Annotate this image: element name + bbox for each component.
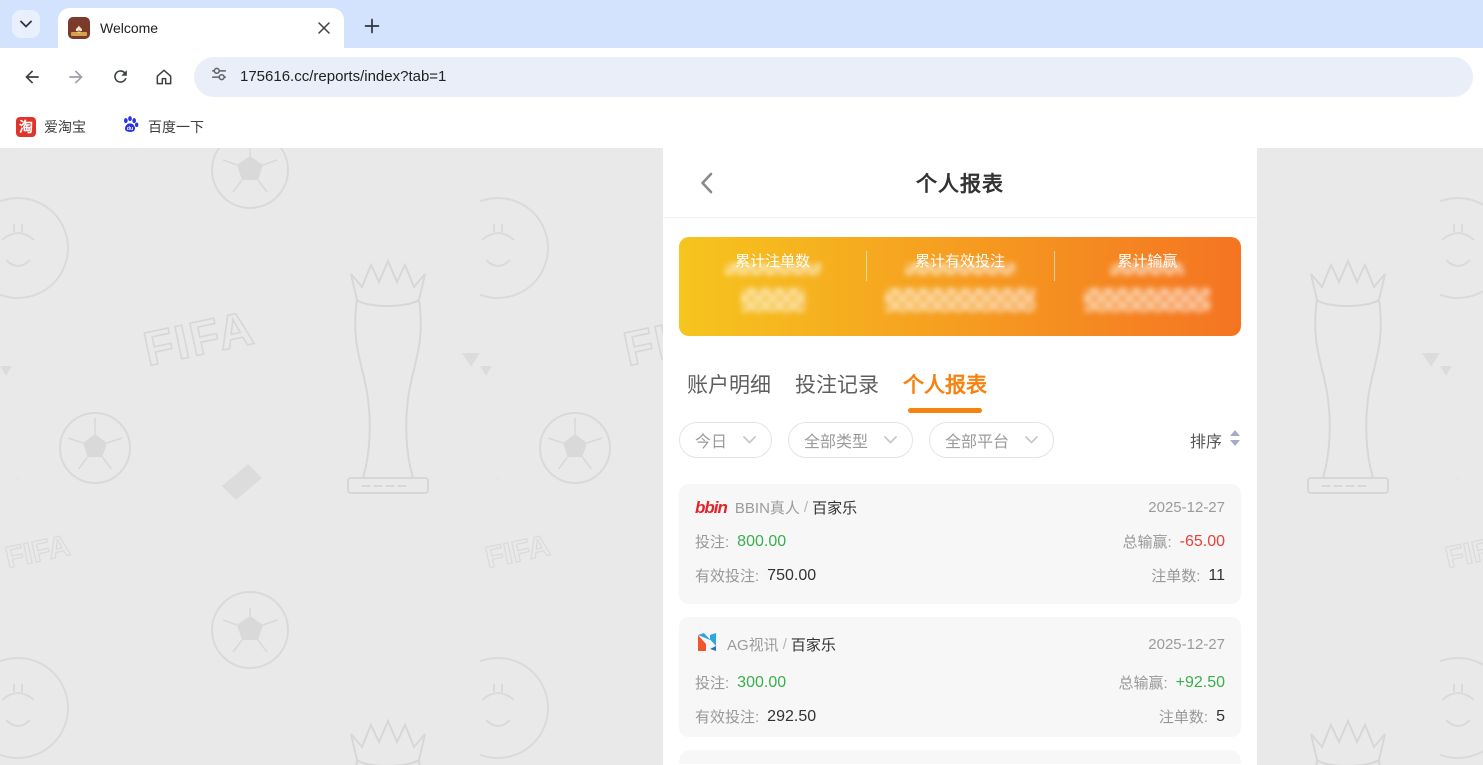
page-content: FIFA FIFA [0, 148, 1483, 765]
summary-total-bets: 累计注单数 [679, 237, 866, 336]
bookmark-baidu[interactable]: du 百度一下 [120, 114, 204, 139]
redacted-value [885, 288, 1035, 312]
report-record-ag[interactable]: AG视讯 / 百家乐 2025-12-27 投注: 300.00 总输赢: +9… [679, 617, 1241, 737]
summary-valid-bets: 累计有效投注 [866, 237, 1053, 336]
tab-search-button[interactable] [12, 10, 40, 38]
bet-count-label: 注单数: [1159, 706, 1208, 727]
type-filter-dropdown[interactable]: 全部类型 [788, 422, 913, 458]
bet-amount: 800.00 [737, 533, 786, 551]
bookmarks-bar: 淘 爱淘宝 du 百度一下 [0, 105, 1483, 148]
forward-button[interactable] [57, 58, 95, 96]
bookmark-label: 百度一下 [148, 117, 204, 137]
chevron-down-icon [1025, 436, 1038, 444]
home-button[interactable] [145, 58, 183, 96]
filter-label: 全部平台 [945, 428, 1009, 452]
sort-control[interactable]: 排序 [1190, 428, 1241, 452]
record-valid-row: 有效投注: 750.00 注单数: 11 [695, 565, 1225, 586]
bet-count-label: 注单数: [1151, 565, 1200, 586]
tab-label: 账户明细 [687, 369, 771, 399]
game-name: 百家乐 [812, 497, 857, 518]
tab-label: 投注记录 [795, 369, 879, 399]
provider-name: AG视讯 [727, 634, 779, 655]
tab-personal-report[interactable]: 个人报表 [903, 369, 987, 413]
back-chevron-icon[interactable] [693, 170, 719, 196]
page-title: 个人报表 [916, 168, 1004, 198]
chevron-down-icon [884, 436, 897, 444]
redacted-blur [1110, 263, 1184, 275]
tab-close-icon[interactable] [314, 18, 334, 38]
record-title-row: AG视讯 / 百家乐 2025-12-27 [695, 630, 1225, 659]
active-tab-underline [908, 408, 982, 413]
taobao-icon: 淘 [16, 117, 36, 137]
bookmark-label: 爱淘宝 [44, 117, 86, 137]
back-button[interactable] [13, 58, 51, 96]
bet-count: 5 [1216, 708, 1225, 726]
record-title-row: bbin BBIN真人 / 百家乐 2025-12-27 [695, 497, 1225, 518]
site-favicon-icon: ♠ [68, 17, 90, 39]
report-tabs: 账户明细 投注记录 个人报表 [663, 369, 1257, 413]
bookmark-aitaobao[interactable]: 淘 爱淘宝 [16, 117, 86, 137]
redacted-blur [905, 263, 1015, 275]
record-bet-row: 投注: 800.00 总输赢: -65.00 [695, 531, 1225, 552]
tab-account-detail[interactable]: 账户明细 [687, 369, 771, 413]
filter-label: 全部类型 [804, 428, 868, 452]
record-date: 2025-12-27 [1148, 636, 1225, 653]
record-valid-row: 有效投注: 292.50 注单数: 5 [695, 706, 1225, 727]
separator: / [783, 636, 787, 653]
valid-bet-label: 有效投注: [695, 706, 759, 727]
sort-label: 排序 [1190, 428, 1222, 452]
separator: / [804, 499, 808, 516]
browser-tab[interactable]: ♠ Welcome [58, 8, 344, 48]
winloss-amount: -65.00 [1180, 533, 1225, 551]
panel-header: 个人报表 [663, 148, 1257, 218]
record-date: 2025-12-27 [1148, 499, 1225, 516]
redacted-value [741, 288, 805, 312]
bet-label: 投注: [695, 531, 729, 552]
valid-bet-label: 有效投注: [695, 565, 759, 586]
sort-arrows-icon [1229, 429, 1241, 452]
winloss-label: 总输赢: [1122, 531, 1171, 552]
game-name: 百家乐 [791, 634, 836, 655]
tab-bet-records[interactable]: 投注记录 [795, 369, 879, 413]
summary-card: 累计注单数 累计有效投注 累计输赢 [679, 237, 1241, 336]
url-text: 175616.cc/reports/index?tab=1 [240, 68, 446, 85]
platform-filter-dropdown[interactable]: 全部平台 [929, 422, 1054, 458]
bbin-logo: bbin [695, 498, 727, 518]
browser-toolbar: 175616.cc/reports/index?tab=1 [0, 48, 1483, 105]
svg-text:du: du [127, 126, 134, 132]
baidu-paw-icon: du [120, 114, 140, 139]
redacted-blur [725, 263, 821, 275]
tab-label: 个人报表 [903, 369, 987, 399]
browser-window: ♠ Welcome [0, 0, 1483, 148]
bet-label: 投注: [695, 672, 729, 693]
redacted-value [1084, 288, 1210, 312]
ag-logo [695, 630, 719, 659]
report-list: bbin BBIN真人 / 百家乐 2025-12-27 投注: 800.00 … [663, 484, 1257, 764]
reload-button[interactable] [101, 58, 139, 96]
valid-bet-amount: 750.00 [767, 567, 816, 585]
next-record-partial [679, 750, 1241, 764]
chevron-down-icon [743, 436, 756, 444]
winloss-amount: +92.50 [1176, 674, 1225, 692]
summary-winloss: 累计输赢 [1054, 237, 1241, 336]
tab-title: Welcome [100, 20, 314, 36]
valid-bet-amount: 292.50 [767, 708, 816, 726]
bet-count: 11 [1208, 567, 1225, 585]
new-tab-button[interactable] [358, 12, 386, 40]
report-record-bbin[interactable]: bbin BBIN真人 / 百家乐 2025-12-27 投注: 800.00 … [679, 484, 1241, 604]
tab-strip: ♠ Welcome [0, 0, 1483, 48]
date-filter-dropdown[interactable]: 今日 [679, 422, 772, 458]
record-bet-row: 投注: 300.00 总输赢: +92.50 [695, 672, 1225, 693]
chevron-down-icon [20, 15, 32, 33]
winloss-label: 总输赢: [1118, 672, 1167, 693]
filter-label: 今日 [695, 428, 727, 452]
filter-row: 今日 全部类型 全部平台 排序 [663, 422, 1257, 458]
bet-amount: 300.00 [737, 674, 786, 692]
address-bar[interactable]: 175616.cc/reports/index?tab=1 [194, 57, 1473, 97]
provider-name: BBIN真人 [735, 497, 800, 518]
report-panel: 个人报表 累计注单数 累计有效投注 累计输赢 账户明细 [663, 148, 1257, 765]
site-settings-icon[interactable] [210, 65, 228, 88]
